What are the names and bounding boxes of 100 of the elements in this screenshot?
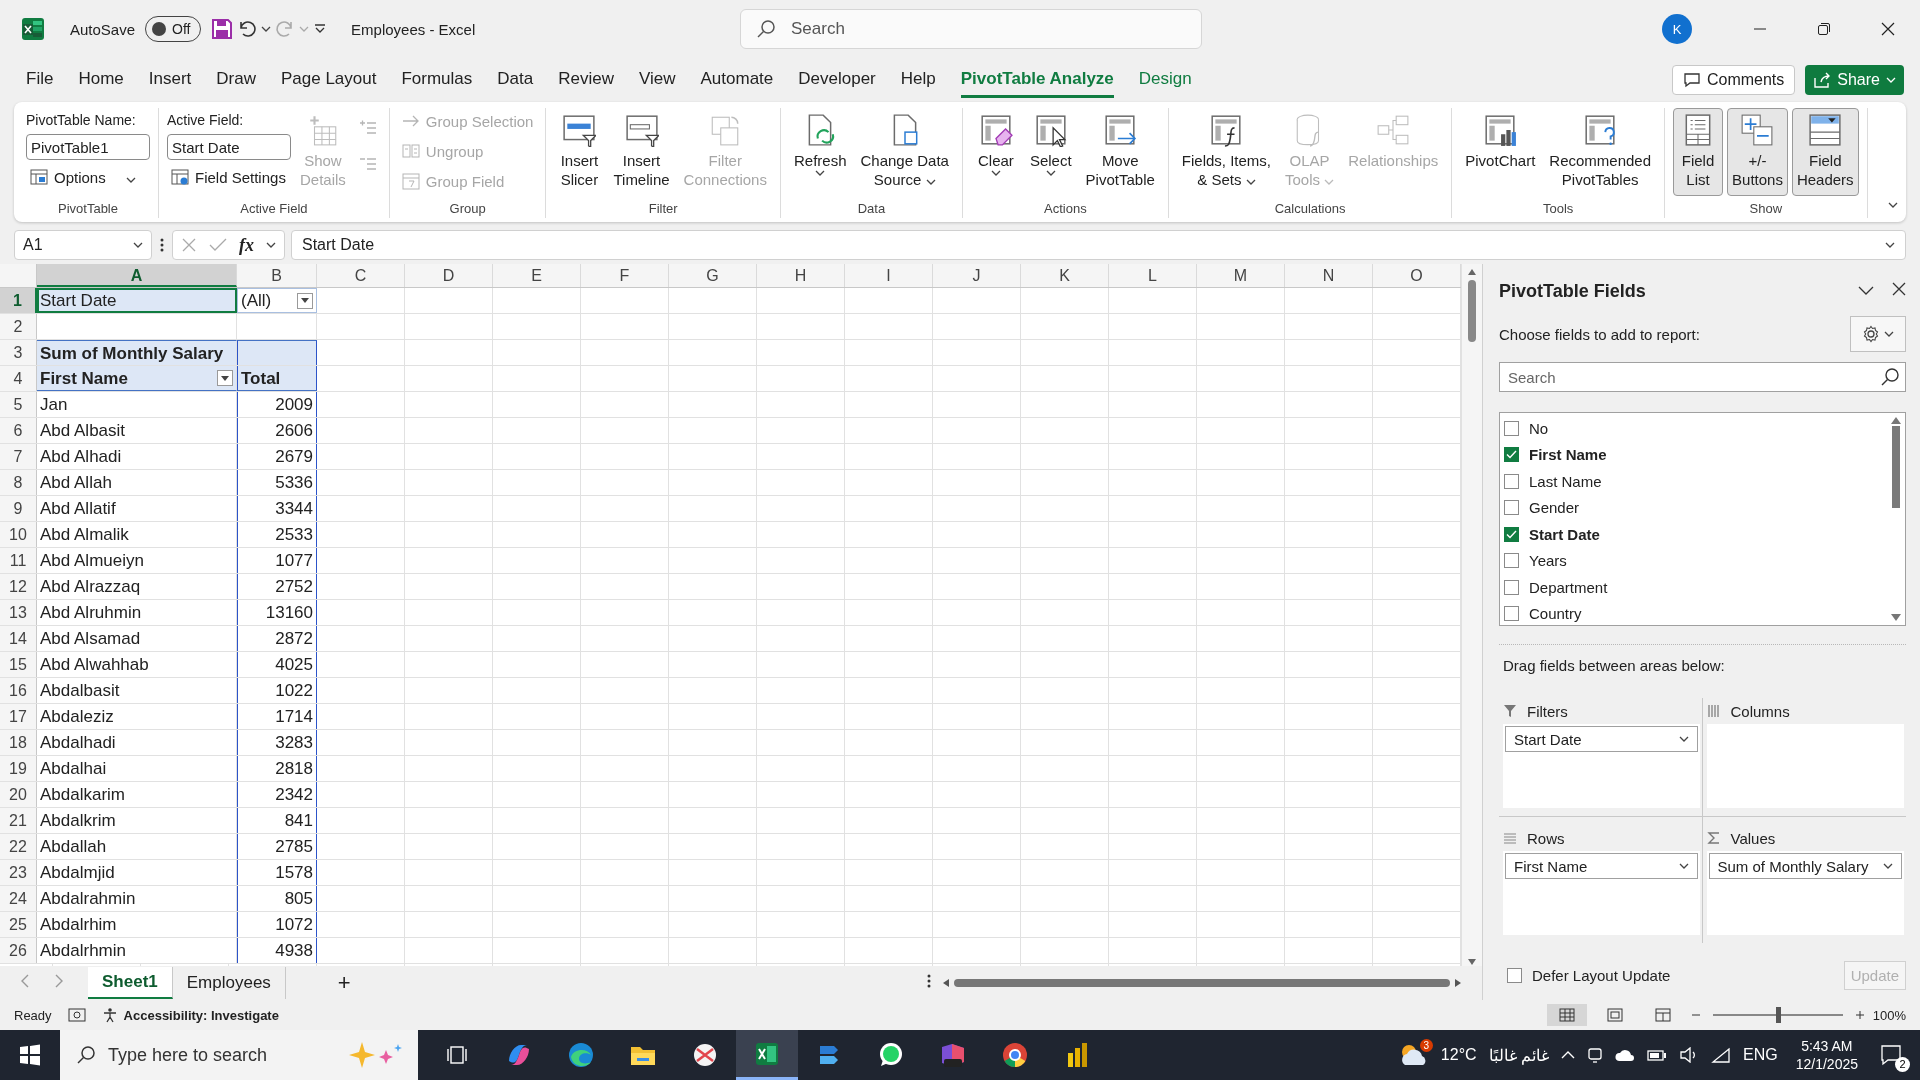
spreadsheet-cell[interactable]: 2533: [237, 522, 317, 547]
field-search-field[interactable]: Search: [1499, 362, 1906, 392]
account-avatar[interactable]: K: [1662, 14, 1692, 44]
ribbon-tab[interactable]: Review: [558, 62, 614, 98]
row-number[interactable]: 4: [0, 366, 37, 391]
spreadsheet-cell[interactable]: 1077: [237, 548, 317, 573]
row-number[interactable]: 18: [0, 730, 37, 755]
spreadsheet-cell[interactable]: Abdalrhim: [37, 912, 237, 937]
ribbon-tab[interactable]: Page Layout: [280, 62, 377, 98]
column-header[interactable]: N: [1285, 264, 1373, 287]
spreadsheet-cell[interactable]: Abd Albasit: [37, 418, 237, 443]
row-number[interactable]: 15: [0, 652, 37, 677]
spreadsheet-cell[interactable]: Abdalkrim: [37, 808, 237, 833]
row-number[interactable]: 19: [0, 756, 37, 781]
row-number[interactable]: 24: [0, 886, 37, 911]
row-number[interactable]: 13: [0, 600, 37, 625]
spreadsheet-cell[interactable]: Start Date: [37, 288, 237, 313]
row-number[interactable]: 9: [0, 496, 37, 521]
column-header[interactable]: E: [493, 264, 581, 287]
drop-area[interactable]: Sum of Monthly Salary: [1706, 851, 1904, 935]
ribbon-button[interactable]: PivotChart: [1460, 108, 1541, 196]
row-number[interactable]: 11: [0, 548, 37, 573]
row-number[interactable]: 3: [0, 340, 37, 365]
drop-area[interactable]: First Name: [1503, 851, 1700, 935]
sheet-tab[interactable]: Sheet1: [88, 967, 173, 999]
spreadsheet-cell[interactable]: 3283: [237, 730, 317, 755]
name-box[interactable]: A1: [14, 230, 152, 260]
ribbon-button[interactable]: Fields, Items, & Sets: [1176, 108, 1276, 196]
sheet-tab[interactable]: Employees: [172, 967, 286, 999]
column-header[interactable]: B: [237, 264, 317, 287]
ribbon-tab[interactable]: Home: [78, 62, 124, 98]
spreadsheet-cell[interactable]: Sum of Monthly Salary: [37, 340, 237, 365]
checkbox[interactable]: [1504, 606, 1519, 622]
filter-dropdown-button[interactable]: [297, 292, 313, 309]
row-number[interactable]: 17: [0, 704, 37, 729]
row-number[interactable]: 2: [0, 314, 37, 339]
field-dropdown[interactable]: First Name: [1505, 853, 1698, 879]
share-button[interactable]: Share: [1805, 65, 1904, 95]
checkbox[interactable]: [1504, 447, 1519, 463]
language-indicator[interactable]: ENG: [1743, 1046, 1778, 1064]
column-header[interactable]: I: [845, 264, 933, 287]
row-number[interactable]: 26: [0, 938, 37, 963]
ribbon-tab[interactable]: Data: [497, 62, 534, 98]
checkbox[interactable]: [1504, 526, 1519, 542]
column-header[interactable]: M: [1197, 264, 1285, 287]
ribbon-button[interactable]: Clear: [970, 108, 1021, 196]
ribbon-tab[interactable]: File: [26, 62, 54, 98]
column-header[interactable]: J: [933, 264, 1021, 287]
row-number[interactable]: 8: [0, 470, 37, 495]
spreadsheet-cell[interactable]: Abd Alsamad: [37, 626, 237, 651]
spreadsheet-cell[interactable]: Abd Alhadi: [37, 444, 237, 469]
spreadsheet-cell[interactable]: 2342: [237, 782, 317, 807]
column-header[interactable]: G: [669, 264, 757, 287]
field-dropdown[interactable]: Sum of Monthly Salary: [1708, 853, 1902, 879]
row-number[interactable]: 16: [0, 678, 37, 703]
zoom-level[interactable]: 100%: [1872, 1007, 1906, 1023]
spreadsheet-cell[interactable]: 805: [237, 886, 317, 911]
spreadsheet-cell[interactable]: First Name: [37, 366, 237, 391]
checkbox[interactable]: [1504, 500, 1519, 516]
row-number[interactable]: 7: [0, 444, 37, 469]
checkbox[interactable]: [1504, 473, 1519, 489]
settings-button[interactable]: [1850, 316, 1906, 352]
spreadsheet-cell[interactable]: Abd Allah: [37, 470, 237, 495]
row-number[interactable]: 21: [0, 808, 37, 833]
row-number[interactable]: 20: [0, 782, 37, 807]
drop-area[interactable]: Start Date: [1503, 724, 1700, 808]
column-header[interactable]: D: [405, 264, 493, 287]
ribbon-button[interactable]: Field List: [1673, 108, 1724, 196]
spreadsheet-cell[interactable]: 2606: [237, 418, 317, 443]
row-number[interactable]: 12: [0, 574, 37, 599]
spreadsheet-cell[interactable]: Abdalbasit: [37, 678, 237, 703]
checkbox[interactable]: [1507, 968, 1522, 983]
spreadsheet-cell[interactable]: 13160: [237, 600, 317, 625]
search-field[interactable]: Search: [740, 9, 1202, 49]
zoom-slider-thumb[interactable]: [1775, 1007, 1781, 1023]
ribbon-button[interactable]: Move PivotTable: [1080, 108, 1160, 196]
spreadsheet-cell[interactable]: 2679: [237, 444, 317, 469]
spreadsheet-cell[interactable]: 2785: [237, 834, 317, 859]
text-field[interactable]: PivotTable1: [26, 134, 150, 160]
ribbon-tab[interactable]: Formulas: [401, 62, 473, 98]
spreadsheet-cell[interactable]: Abdalrhmin: [37, 938, 237, 963]
spreadsheet-cell[interactable]: Jan: [37, 392, 237, 417]
ribbon-button[interactable]: Insert Slicer: [554, 108, 605, 196]
spreadsheet-cell[interactable]: 1714: [237, 704, 317, 729]
column-header[interactable]: K: [1021, 264, 1109, 287]
spreadsheet-cell[interactable]: 1072: [237, 912, 317, 937]
spreadsheet-cell[interactable]: Abd Almueiyn: [37, 548, 237, 573]
spreadsheet-cell[interactable]: Abd Allatif: [37, 496, 237, 521]
spreadsheet-cell[interactable]: 4025: [237, 652, 317, 677]
spreadsheet-cell[interactable]: Abdalhadi: [37, 730, 237, 755]
spreadsheet-cell[interactable]: Abd Alwahhab: [37, 652, 237, 677]
spreadsheet-cell[interactable]: 2872: [237, 626, 317, 651]
ribbon-tab[interactable]: Automate: [700, 62, 774, 98]
ribbon-button[interactable]: Field Headers: [1791, 108, 1859, 196]
ribbon-tab[interactable]: Draw: [216, 62, 256, 98]
column-header[interactable]: L: [1109, 264, 1197, 287]
row-number[interactable]: 6: [0, 418, 37, 443]
spreadsheet-cell[interactable]: Total: [237, 366, 317, 391]
add-sheet-button[interactable]: +: [329, 970, 359, 996]
ribbon-tab[interactable]: View: [638, 62, 676, 98]
